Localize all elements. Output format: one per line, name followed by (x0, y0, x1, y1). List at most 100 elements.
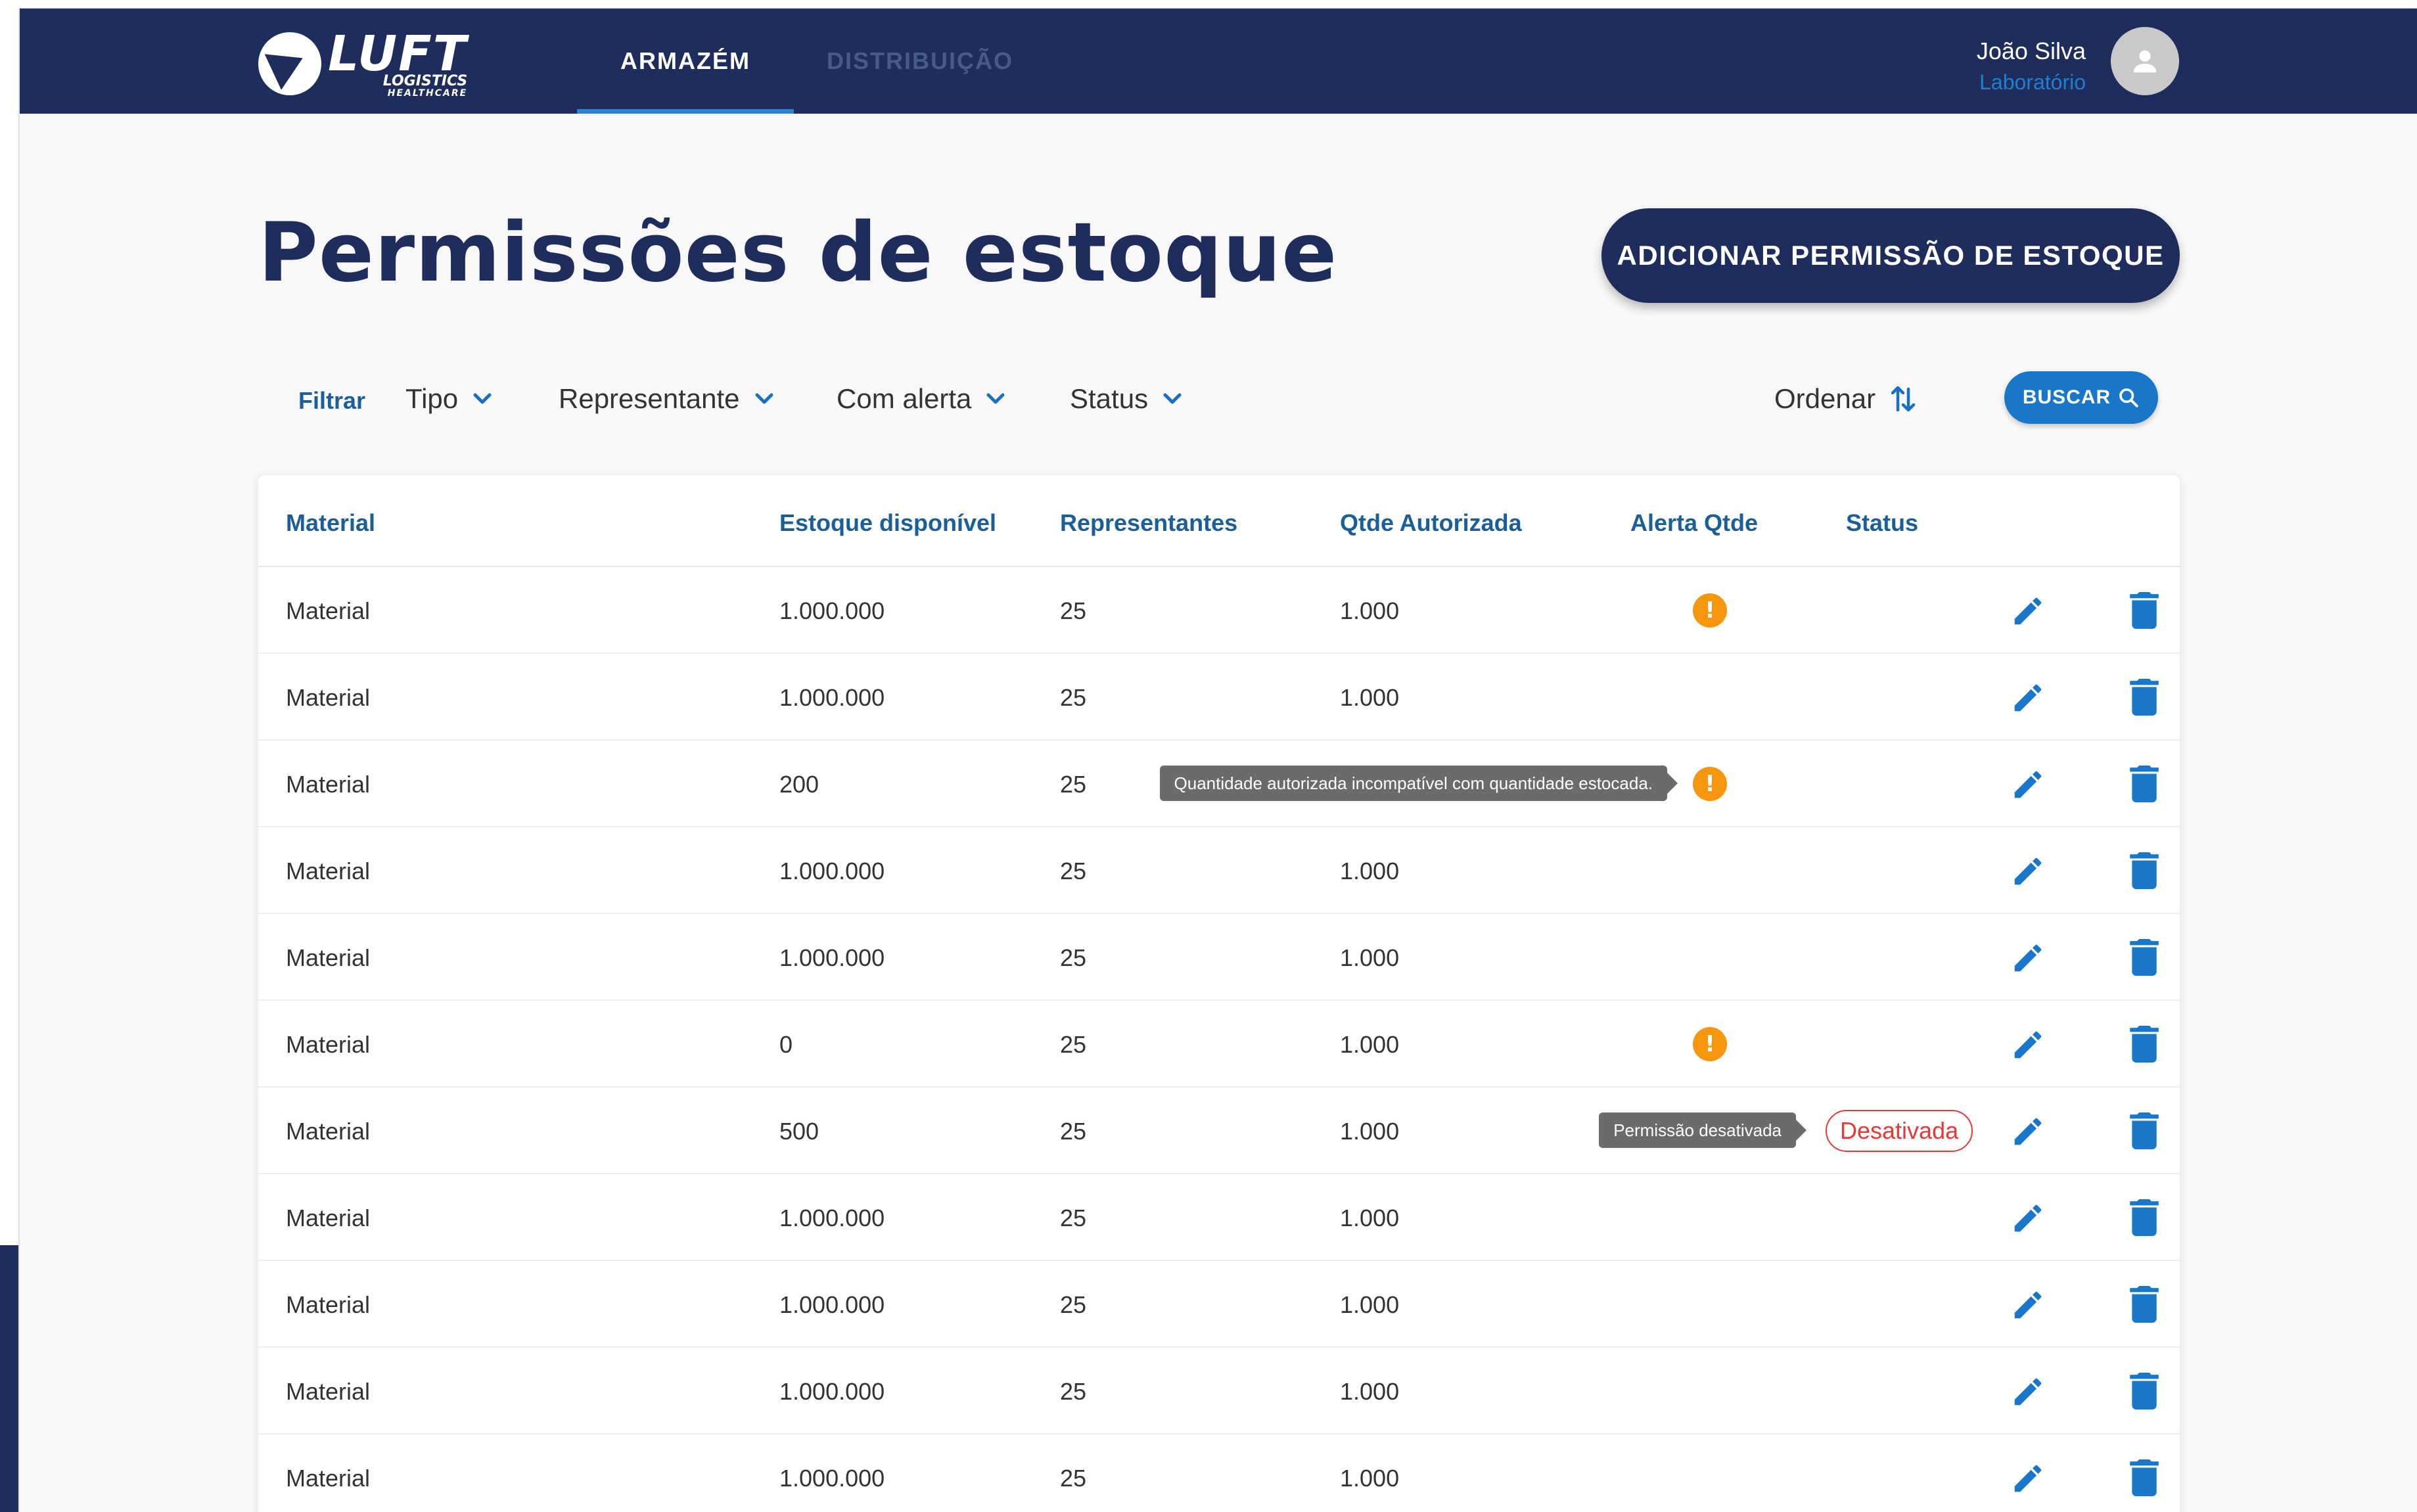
delete-button[interactable] (2130, 939, 2159, 976)
delete-button[interactable] (2130, 679, 2159, 716)
table-row[interactable]: Material 1.000.000 25 1.000 (258, 914, 2180, 1001)
cell-material: Material (286, 597, 371, 624)
table-row[interactable]: Material 1.000.000 25 1.000 (258, 654, 2180, 741)
table-row[interactable]: Material 1.000.000 25 1.000 (258, 1434, 2180, 1512)
pencil-icon (2014, 597, 2042, 625)
filter-representante-dropdown[interactable]: Representante (559, 383, 774, 415)
chevron-down-icon (755, 393, 773, 404)
delete-button[interactable] (2130, 766, 2159, 802)
pencil-icon (2014, 1465, 2042, 1492)
avatar[interactable] (2111, 27, 2179, 95)
alert-icon[interactable]: ! (1693, 593, 1727, 628)
tab-armazem[interactable]: ARMAZÉM (577, 9, 794, 114)
edit-button[interactable] (2010, 593, 2046, 629)
filter-label: Filtrar (298, 387, 366, 414)
table-row[interactable]: Material 1.000.000 25 1.000 (258, 1261, 2180, 1348)
cell-material: Material (286, 1291, 371, 1318)
page-title: Permissões de estoque (258, 206, 1338, 300)
cell-material: Material (286, 771, 371, 798)
filter-tipo-label: Tipo (405, 383, 459, 414)
alert-icon[interactable]: ! (1693, 767, 1727, 801)
filter-status-dropdown[interactable]: Status (1070, 383, 1182, 415)
delete-button[interactable] (2130, 592, 2159, 629)
sort-label: Ordenar (1774, 383, 1876, 414)
edit-button[interactable] (2010, 1287, 2046, 1323)
luft-logo[interactable]: LUFT LOGISTICS HEALTHCARE (258, 27, 482, 101)
delete-button[interactable] (2130, 1026, 2159, 1063)
table-row[interactable]: Material 1.000.000 25 1.000 (258, 1348, 2180, 1434)
chevron-down-icon (473, 393, 492, 404)
trash-icon (2130, 1026, 2159, 1063)
trash-icon (2130, 1459, 2159, 1496)
cell-representatives: 25 (1060, 1118, 1087, 1145)
column-header-material[interactable]: Material (286, 509, 375, 537)
column-header-stock[interactable]: Estoque disponível (779, 509, 996, 537)
pencil-icon (2014, 1378, 2042, 1406)
filter-com-alerta-dropdown[interactable]: Com alerta (837, 383, 1005, 415)
trash-icon (2130, 1112, 2159, 1149)
search-button[interactable]: BUSCAR (2004, 371, 2158, 424)
pencil-icon (2014, 1291, 2042, 1319)
search-button-label: BUSCAR (2022, 386, 2111, 408)
trash-icon (2130, 679, 2159, 716)
user-icon (2133, 50, 2157, 73)
tab-distribuicao[interactable]: DISTRIBUIÇÃO (802, 9, 1038, 114)
cell-authorized-qty: 1.000 (1340, 858, 1400, 884)
edit-button[interactable] (2010, 1027, 2046, 1063)
cell-representatives: 25 (1060, 858, 1087, 884)
chevron-down-icon (1163, 393, 1182, 404)
cell-authorized-qty: 1.000 (1340, 684, 1400, 711)
pencil-icon (2014, 684, 2042, 712)
permissions-table: Material Estoque disponível Representant… (258, 475, 2180, 1512)
cell-representatives: 25 (1060, 944, 1087, 971)
trash-icon (2130, 592, 2159, 629)
delete-button[interactable] (2130, 1112, 2159, 1149)
cell-authorized-qty: 1.000 (1340, 597, 1400, 624)
edit-button[interactable] (2010, 1201, 2046, 1236)
edit-button[interactable] (2010, 680, 2046, 716)
delete-button[interactable] (2130, 1286, 2159, 1323)
column-header-representatives[interactable]: Representantes (1060, 509, 1237, 537)
alert-icon[interactable]: ! (1693, 1027, 1727, 1061)
edit-button[interactable] (2010, 1461, 2046, 1496)
table-row[interactable]: Material 1.000.000 25 1.000 (258, 1174, 2180, 1261)
edit-button[interactable] (2010, 1114, 2046, 1149)
table-row[interactable]: Material 200 25! Quantidade autorizada inco… (258, 741, 2180, 827)
pencil-icon (2014, 944, 2042, 972)
cell-material: Material (286, 944, 371, 971)
pencil-icon (2014, 1204, 2042, 1232)
cell-authorized-qty: 1.000 (1340, 1465, 1400, 1492)
cell-authorized-qty: 1.000 (1340, 1204, 1400, 1231)
cell-stock: 1.000.000 (779, 684, 885, 711)
delete-button[interactable] (2130, 1373, 2159, 1409)
column-header-authorized-qty[interactable]: Qtde Autorizada (1340, 509, 1522, 537)
edit-button[interactable] (2010, 1374, 2046, 1409)
delete-button[interactable] (2130, 852, 2159, 889)
cell-representatives: 25 (1060, 1204, 1087, 1231)
trash-icon (2130, 939, 2159, 976)
column-header-alert-qty[interactable]: Alerta Qtde (1630, 509, 1758, 537)
delete-button[interactable] (2130, 1459, 2159, 1496)
table-row[interactable]: Material 1.000.000 25 1.000 (258, 827, 2180, 914)
edit-button[interactable] (2010, 767, 2046, 802)
column-header-status[interactable]: Status (1846, 509, 1918, 537)
edit-button[interactable] (2010, 854, 2046, 889)
filter-tipo-dropdown[interactable]: Tipo (405, 383, 492, 415)
logo-mark-icon (258, 32, 321, 95)
user-name: João Silva (1976, 37, 2086, 64)
tooltip: Quantidade autorizada incompatível com q… (1159, 766, 1678, 801)
add-stock-permission-button[interactable]: ADICIONAR PERMISSÃO DE ESTOQUE (1601, 208, 2180, 303)
table-row[interactable]: Material 1.000.000 25 1.000! (258, 567, 2180, 654)
sort-button[interactable]: Ordenar (1774, 383, 1916, 415)
table-row[interactable]: Material 0 25 1.000! (258, 1001, 2180, 1088)
table-header: Material Estoque disponível Representant… (258, 475, 2180, 567)
delete-button[interactable] (2130, 1199, 2159, 1236)
filter-representante-label: Representante (559, 383, 740, 414)
edit-button[interactable] (2010, 940, 2046, 976)
trash-icon (2130, 1199, 2159, 1236)
pencil-icon (2014, 1118, 2042, 1145)
chevron-down-icon (986, 393, 1005, 404)
table-row[interactable]: Material 500 25 1.000 Permissão desativada De… (258, 1088, 2180, 1174)
cell-material: Material (286, 1031, 371, 1058)
pencil-icon (2014, 1031, 2042, 1059)
